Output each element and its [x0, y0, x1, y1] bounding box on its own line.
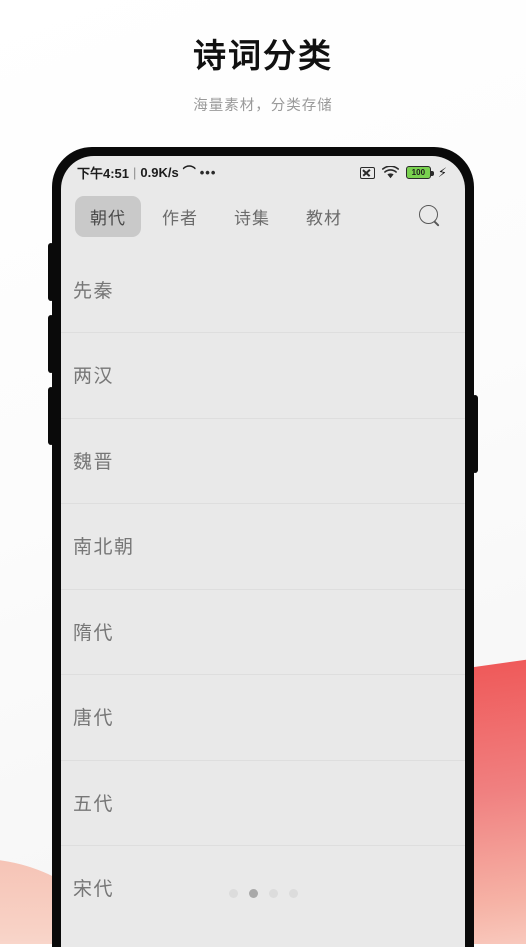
- charging-bolt-icon: ⚡: [437, 165, 447, 181]
- headphone-icon: ⌒: [182, 165, 196, 181]
- tab-dynasty[interactable]: 朝代: [75, 195, 141, 237]
- list-item[interactable]: 魏晋: [61, 417, 465, 504]
- more-dots-icon: •••: [199, 165, 217, 181]
- pagination-dot[interactable]: [288, 889, 298, 898]
- list-item[interactable]: 宋代: [61, 845, 465, 931]
- battery-level-label: 100: [411, 167, 426, 177]
- volume-up-button[interactable]: [48, 242, 54, 301]
- search-button[interactable]: [415, 199, 451, 233]
- no-sim-icon: [359, 166, 375, 179]
- status-time: 下午4:51: [77, 166, 130, 182]
- volume-down-button[interactable]: [48, 314, 54, 373]
- search-icon: [419, 205, 441, 227]
- category-list: 先秦 两汉 魏晋 南北朝 隋代 唐代 五代 宋代: [61, 247, 465, 931]
- list-item[interactable]: 五代: [61, 759, 465, 846]
- list-item[interactable]: 唐代: [61, 674, 465, 760]
- pagination-dot[interactable]: [228, 889, 238, 898]
- status-separator: |: [133, 165, 137, 181]
- tab-author[interactable]: 作者: [147, 196, 213, 237]
- status-bar-right: 100 ⚡: [359, 165, 447, 181]
- wifi-icon: [381, 166, 399, 179]
- list-item-label: 唐代: [73, 708, 115, 730]
- status-bar-left: 下午4:51 | 0.9K/s ⌒ •••: [77, 163, 216, 182]
- pagination-dot-active[interactable]: [248, 889, 258, 898]
- side-button-third[interactable]: [48, 386, 54, 445]
- list-item[interactable]: 先秦: [61, 247, 465, 333]
- list-item-label: 五代: [73, 793, 115, 815]
- page-header: 诗词分类 海量素材，分类存储: [0, 0, 526, 115]
- phone-frame: 下午4:51 | 0.9K/s ⌒ ••• 100 ⚡ 朝代 作者 诗集 教材 …: [48, 146, 478, 947]
- list-item[interactable]: 两汉: [61, 332, 465, 418]
- status-netspeed: 0.9K/s: [140, 165, 179, 181]
- list-item-label: 先秦: [73, 280, 115, 302]
- battery-icon: 100: [405, 166, 434, 180]
- page-title: 诗词分类: [193, 37, 333, 74]
- tab-anthology[interactable]: 诗集: [219, 196, 285, 237]
- carousel-pagination: [0, 889, 526, 898]
- power-button[interactable]: [472, 394, 478, 473]
- list-item-label: 隋代: [73, 622, 115, 644]
- list-item[interactable]: 隋代: [61, 588, 465, 675]
- list-item-label: 魏晋: [73, 451, 115, 473]
- list-item[interactable]: 南北朝: [61, 503, 465, 589]
- pagination-dot[interactable]: [268, 889, 278, 898]
- phone-screen: 下午4:51 | 0.9K/s ⌒ ••• 100 ⚡ 朝代 作者 诗集 教材 …: [61, 155, 465, 947]
- tab-bar: 朝代 作者 诗集 教材: [61, 190, 465, 247]
- page-subtitle: 海量素材，分类存储: [193, 97, 333, 114]
- list-item-label: 南北朝: [73, 537, 135, 559]
- tab-textbook[interactable]: 教材: [291, 196, 357, 237]
- status-bar: 下午4:51 | 0.9K/s ⌒ ••• 100 ⚡: [61, 156, 465, 190]
- list-item-label: 两汉: [73, 366, 115, 388]
